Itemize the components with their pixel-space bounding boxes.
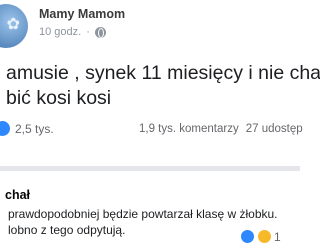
post-author[interactable]: Mamy Mamom: [39, 7, 125, 21]
globe-icon: [94, 26, 106, 38]
comment-line-2: lobno z tego odpytują.: [8, 223, 126, 237]
post-reactions[interactable]: 2,5 tys.: [0, 120, 54, 137]
post-time[interactable]: 10 godz.: [39, 26, 81, 38]
comment-reactions[interactable]: 1: [240, 229, 281, 244]
comment-text: prawdopodobniej będzie powtarzał klasę w…: [8, 206, 278, 238]
like-reaction-icon: [0, 120, 11, 137]
post-text-line-2: bić kosi kosi: [6, 87, 112, 109]
bird-icon: ✿: [6, 16, 20, 33]
comments-count[interactable]: 1,9 tys. komentarzy: [139, 123, 239, 135]
post-meta: 10 godz. ·: [39, 26, 106, 38]
avatar[interactable]: ✿: [0, 4, 28, 48]
comment-author[interactable]: chał: [5, 188, 30, 202]
comment-line-1: prawdopodobniej będzie powtarzał klasę w…: [8, 207, 278, 221]
comment-reactions-count: 1: [274, 229, 281, 244]
reactions-count: 2,5 tys.: [15, 121, 54, 136]
haha-reaction-icon: [257, 229, 272, 244]
like-reaction-icon: [240, 229, 255, 244]
divider: [0, 166, 300, 171]
post-text: amusie , synek 11 miesięcy i nie cha bić…: [6, 61, 320, 111]
post-stats: 1,9 tys. komentarzy 27 udostęp: [139, 123, 303, 135]
post-text-line-1: amusie , synek 11 miesięcy i nie cha: [6, 62, 320, 84]
shares-count[interactable]: 27 udostęp: [246, 123, 303, 135]
